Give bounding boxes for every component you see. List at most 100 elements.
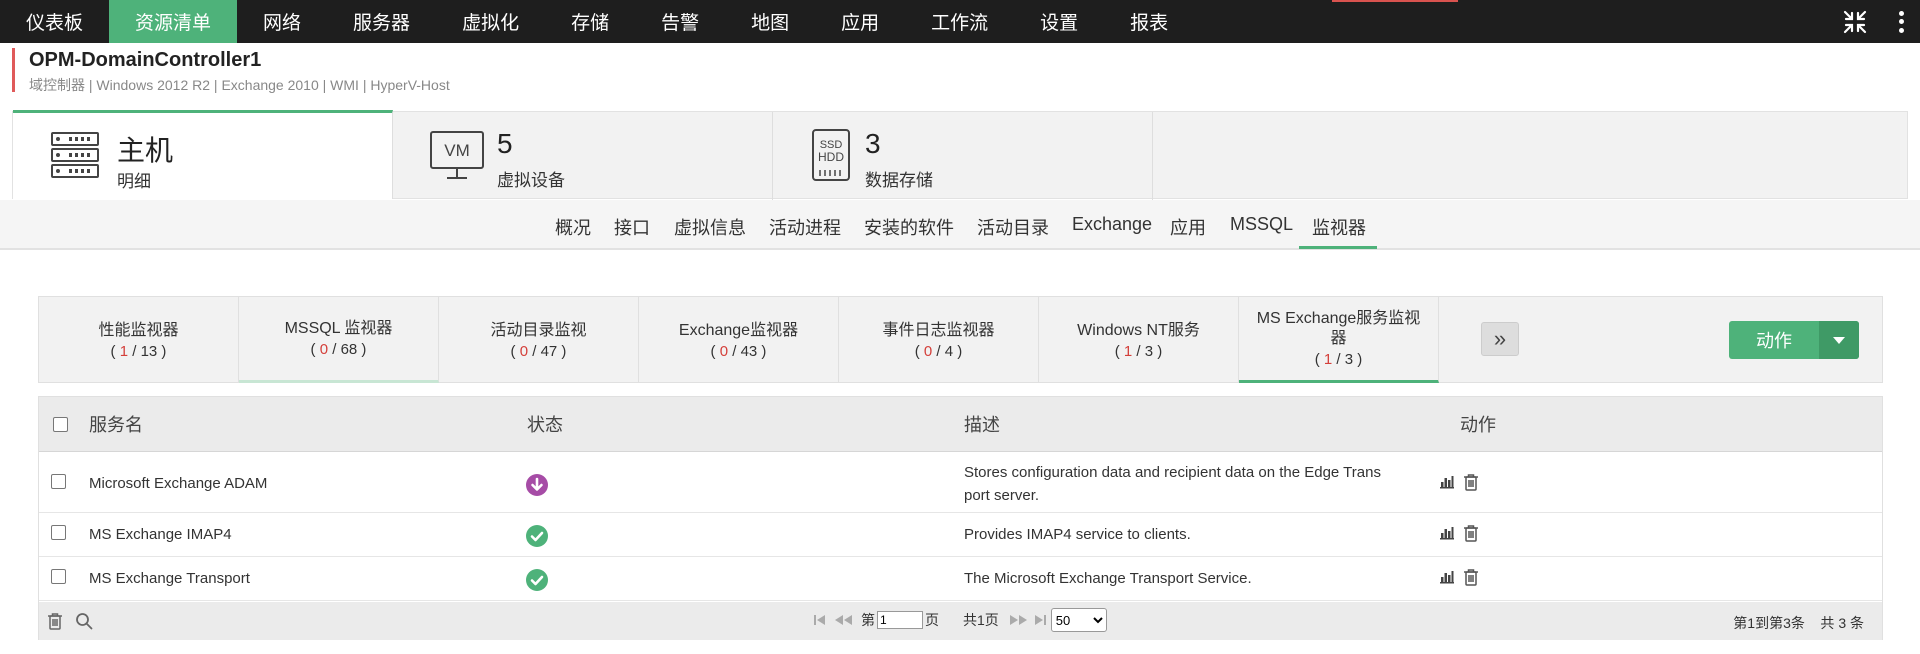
column-header-description[interactable]: 描述 bbox=[964, 411, 1000, 437]
table-header: 服务名 状态 描述 动作 bbox=[39, 397, 1882, 452]
monitor-tab-performance[interactable]: 性能监视器 ( 1 / 13 ) bbox=[39, 297, 239, 383]
select-all-checkbox[interactable] bbox=[53, 417, 68, 432]
tab-interfaces[interactable]: 接口 bbox=[614, 214, 650, 240]
nav-item-workflow[interactable]: 工作流 bbox=[905, 0, 1014, 43]
tab-mssql[interactable]: MSSQL bbox=[1230, 214, 1293, 235]
bar-chart-icon[interactable] bbox=[1439, 473, 1455, 489]
tab-active-underline bbox=[1299, 246, 1377, 249]
row-actions bbox=[1439, 568, 1479, 586]
detail-tabs: 概况 接口 虚拟信息 活动进程 安装的软件 活动目录 Exchange 应用 M… bbox=[0, 200, 1920, 250]
datastore-count: 3 bbox=[865, 128, 881, 159]
caret-down-icon bbox=[1833, 336, 1845, 344]
tab-exchange[interactable]: Exchange bbox=[1072, 214, 1152, 235]
vm-monitor-icon: VM bbox=[429, 128, 484, 184]
status-down-icon bbox=[526, 474, 548, 496]
table-row: Microsoft Exchange ADAM Stores configura… bbox=[39, 453, 1882, 513]
next-page-icon[interactable] bbox=[1007, 613, 1029, 627]
total-pages: 共1页 bbox=[963, 612, 999, 628]
summary-card-vm[interactable]: VM 5 虚拟设备 bbox=[393, 112, 773, 200]
service-name: MS Exchange IMAP4 bbox=[89, 526, 232, 543]
vm-count: 5 bbox=[497, 128, 513, 159]
page-prefix: 第 bbox=[861, 612, 875, 628]
monitor-tab-mssql[interactable]: MSSQL 监视器 ( 0 / 68 ) bbox=[239, 297, 439, 383]
nav-item-servers[interactable]: 服务器 bbox=[327, 0, 436, 43]
row-checkbox[interactable] bbox=[51, 569, 66, 584]
row-actions bbox=[1439, 473, 1479, 491]
more-tabs-button[interactable]: » bbox=[1481, 322, 1519, 356]
tab-active-directory[interactable]: 活动目录 bbox=[977, 214, 1049, 240]
prev-page-icon[interactable] bbox=[833, 613, 855, 627]
row-checkbox[interactable] bbox=[51, 474, 66, 489]
action-dropdown-toggle[interactable] bbox=[1819, 321, 1859, 359]
monitor-tab-exchange[interactable]: Exchange监视器 ( 0 / 43 ) bbox=[639, 297, 839, 383]
service-description: Provides IMAP4 service to clients. bbox=[964, 526, 1191, 543]
monitor-tab-ms-exchange-services[interactable]: MS Exchange服务监视器 ( 1 / 3 ) bbox=[1239, 297, 1439, 383]
summary-card-empty bbox=[1153, 112, 1907, 200]
datastore-label: 数据存储 bbox=[865, 171, 933, 190]
table-row: MS Exchange Transport The Microsoft Exch… bbox=[39, 557, 1882, 601]
top-nav: 仪表板 资源清单 网络 服务器 虚拟化 存储 告警 地图 应用 工作流 设置 报… bbox=[0, 0, 1920, 43]
row-actions bbox=[1439, 524, 1479, 542]
nav-item-maps[interactable]: 地图 bbox=[725, 0, 815, 43]
monitor-tab-active-directory[interactable]: 活动目录监视 ( 0 / 47 ) bbox=[439, 297, 639, 383]
nav-item-reports[interactable]: 报表 bbox=[1104, 0, 1194, 43]
column-header-service-name[interactable]: 服务名 bbox=[89, 411, 143, 437]
monitor-tabs-panel: 性能监视器 ( 1 / 13 ) MSSQL 监视器 ( 0 / 68 ) 活动… bbox=[38, 296, 1883, 383]
nav-item-alarms[interactable]: 告警 bbox=[635, 0, 725, 43]
disk-icon: SSD HDD bbox=[809, 128, 863, 184]
tab-monitors[interactable]: 监视器 bbox=[1312, 214, 1366, 240]
page-number-input[interactable] bbox=[877, 611, 923, 629]
vm-label: 虚拟设备 bbox=[497, 171, 565, 190]
nav-item-settings[interactable]: 设置 bbox=[1014, 0, 1104, 43]
service-name: Microsoft Exchange ADAM bbox=[89, 475, 268, 492]
last-page-icon[interactable] bbox=[1033, 613, 1047, 627]
tab-virtual-info[interactable]: 虚拟信息 bbox=[674, 214, 746, 240]
svg-text:VM: VM bbox=[444, 141, 470, 160]
tab-overview[interactable]: 概况 bbox=[555, 214, 591, 240]
table-footer: 第 页 共1页 50 第1到第3条 共 3 条 bbox=[39, 602, 1882, 640]
page-suffix: 页 bbox=[925, 612, 939, 628]
nav-item-inventory[interactable]: 资源清单 bbox=[109, 0, 238, 43]
compress-icon[interactable] bbox=[1842, 9, 1868, 35]
host-label: 主机 bbox=[117, 135, 174, 166]
table-row: MS Exchange IMAP4 Provides IMAP4 service… bbox=[39, 513, 1882, 557]
nav-item-virtualization[interactable]: 虚拟化 bbox=[436, 0, 545, 43]
monitor-tab-event-log[interactable]: 事件日志监视器 ( 0 / 4 ) bbox=[839, 297, 1039, 383]
row-checkbox[interactable] bbox=[51, 525, 66, 540]
host-detail-label: 明细 bbox=[117, 172, 151, 191]
summary-card-host[interactable]: 主机 明细 bbox=[13, 110, 393, 199]
service-name: MS Exchange Transport bbox=[89, 570, 250, 587]
per-page-select[interactable]: 50 bbox=[1050, 608, 1107, 632]
nav-item-storage[interactable]: 存储 bbox=[545, 0, 635, 43]
nav-item-apps[interactable]: 应用 bbox=[815, 0, 905, 43]
tab-active-processes[interactable]: 活动进程 bbox=[769, 214, 841, 240]
service-description: Stores configuration data and recipient … bbox=[964, 464, 1381, 504]
action-button[interactable]: 动作 bbox=[1729, 321, 1859, 359]
tab-applications[interactable]: 应用 bbox=[1170, 214, 1206, 240]
pagination: 第 页 共1页 50 bbox=[813, 608, 1107, 632]
column-header-status[interactable]: 状态 bbox=[527, 411, 563, 437]
svg-text:HDD: HDD bbox=[818, 150, 844, 164]
first-page-icon[interactable] bbox=[813, 613, 827, 627]
device-header: OPM-DomainController1 域控制器 | Windows 201… bbox=[12, 48, 450, 93]
action-button-label: 动作 bbox=[1756, 331, 1792, 351]
device-title: OPM-DomainController1 bbox=[29, 49, 262, 71]
summary-card-datastore[interactable]: SSD HDD 3 数据存储 bbox=[773, 112, 1153, 200]
search-icon[interactable] bbox=[75, 612, 93, 630]
tab-installed-software[interactable]: 安装的软件 bbox=[864, 214, 954, 240]
trash-icon[interactable] bbox=[1463, 524, 1479, 542]
server-rack-icon bbox=[49, 129, 103, 185]
trash-icon[interactable] bbox=[1463, 568, 1479, 586]
status-up-icon bbox=[526, 569, 548, 591]
bar-chart-icon[interactable] bbox=[1439, 524, 1455, 540]
pagination-status: 第1到第3条 共 3 条 bbox=[1733, 615, 1864, 631]
monitor-tab-windows-nt-services[interactable]: Windows NT服务 ( 1 / 3 ) bbox=[1039, 297, 1239, 383]
trash-icon[interactable] bbox=[1463, 473, 1479, 491]
bar-chart-icon[interactable] bbox=[1439, 568, 1455, 584]
delete-selected-icon[interactable] bbox=[47, 612, 63, 630]
more-menu-icon[interactable] bbox=[1892, 9, 1910, 35]
nav-right-controls bbox=[1842, 0, 1920, 43]
column-header-actions: 动作 bbox=[1460, 415, 1496, 435]
nav-item-network[interactable]: 网络 bbox=[237, 0, 327, 43]
nav-item-dashboard[interactable]: 仪表板 bbox=[0, 0, 109, 43]
